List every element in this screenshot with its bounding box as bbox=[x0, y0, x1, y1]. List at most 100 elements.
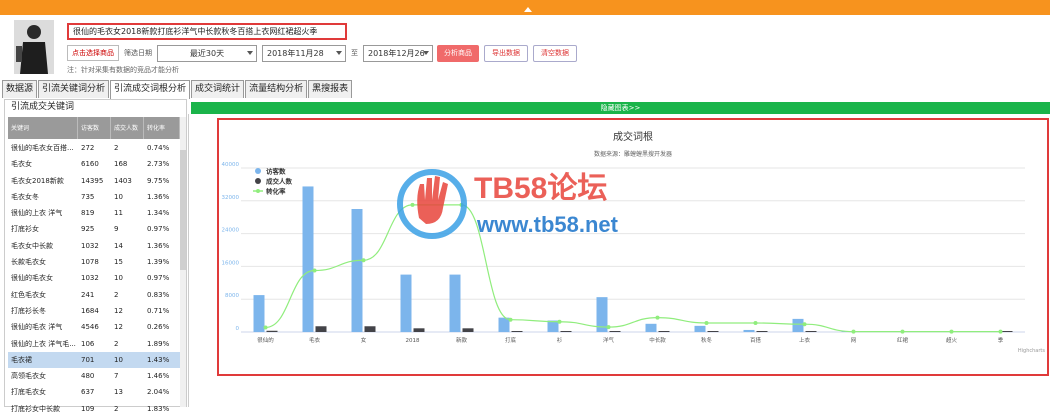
table-cell: 14395 bbox=[78, 173, 111, 189]
table-cell: 毛衣女 bbox=[8, 156, 78, 172]
tab-data-source[interactable]: 数据源 bbox=[2, 80, 37, 98]
tab-root-analysis[interactable]: 引流成交词根分析 bbox=[110, 80, 190, 99]
bar-visitors bbox=[793, 319, 804, 332]
table-cell: 1.39% bbox=[144, 254, 180, 270]
table-row[interactable]: 打底衫女92590.97% bbox=[8, 221, 180, 237]
point-conversion-rate bbox=[705, 321, 709, 325]
table-cell: 毛衣女2018新款 bbox=[8, 173, 78, 189]
table-cell: 打底衫长冬 bbox=[8, 303, 78, 319]
column-header[interactable]: 关键词 bbox=[8, 117, 78, 139]
svg-text:TB58论坛: TB58论坛 bbox=[474, 172, 607, 205]
table-row[interactable]: 很仙的毛衣女1032100.97% bbox=[8, 270, 180, 286]
top-bar bbox=[0, 0, 1050, 15]
y-tick-label: 32000 bbox=[222, 195, 240, 201]
x-tick-label: 秋冬 bbox=[701, 336, 713, 344]
select-product-button[interactable]: 点击选择商品 bbox=[67, 45, 119, 61]
table-cell: 168 bbox=[111, 156, 144, 172]
hide-chart-bar[interactable]: 隐藏图表>> bbox=[191, 102, 1050, 114]
table-row[interactable]: 很仙的上衣 洋气819111.34% bbox=[8, 205, 180, 221]
date-filter-label: 筛选日期 bbox=[124, 48, 152, 58]
table-cell: 109 bbox=[78, 401, 111, 417]
bar-deals bbox=[659, 331, 670, 332]
x-tick-label: 打底 bbox=[505, 336, 517, 344]
table-row[interactable]: 很仙的毛衣 洋气4546120.26% bbox=[8, 319, 180, 335]
table-cell: 1032 bbox=[78, 238, 111, 254]
column-header[interactable]: 转化率 bbox=[144, 117, 180, 139]
table-cell: 1403 bbox=[111, 173, 144, 189]
export-button[interactable]: 导出数据 bbox=[484, 45, 528, 62]
y-tick-label: 8000 bbox=[225, 293, 239, 299]
chart-container: 成交词根数据来源：雕蝗蝗黑搜开发器08000160002400032000400… bbox=[217, 118, 1049, 376]
point-conversion-rate bbox=[411, 203, 415, 207]
table-cell: 10 bbox=[111, 270, 144, 286]
table-cell: 6160 bbox=[78, 156, 111, 172]
root-word-chart: 成交词根数据来源：雕蝗蝗黑搜开发器08000160002400032000400… bbox=[219, 120, 1047, 374]
table-row[interactable]: 长款毛衣女1078151.39% bbox=[8, 254, 180, 270]
bar-deals bbox=[316, 326, 327, 332]
chart-subtitle: 数据来源：雕蝗蝗黑搜开发器 bbox=[594, 150, 672, 158]
table-row[interactable]: 毛衣女中长款1032141.36% bbox=[8, 238, 180, 254]
chevron-down-icon bbox=[423, 51, 429, 55]
table-cell: 10 bbox=[111, 352, 144, 368]
legend-label: 成交人数 bbox=[266, 177, 293, 186]
date-range-select[interactable]: 最近30天 bbox=[157, 45, 257, 62]
legend-label: 访客数 bbox=[266, 167, 286, 176]
tab-black-search-report[interactable]: 黑搜报表 bbox=[308, 80, 352, 98]
end-date-select[interactable]: 2018年12月26 bbox=[363, 45, 433, 62]
table-cell: 1.34% bbox=[144, 205, 180, 221]
table-cell: 长款毛衣女 bbox=[8, 254, 78, 270]
table-cell: 毛衣裙 bbox=[8, 352, 78, 368]
point-conversion-rate bbox=[509, 318, 513, 322]
tab-keyword-analysis[interactable]: 引流关键词分析 bbox=[38, 80, 109, 98]
clear-button[interactable]: 清空数据 bbox=[533, 45, 577, 62]
tab-traffic-structure[interactable]: 流量结构分析 bbox=[245, 80, 307, 98]
x-tick-label: 网 bbox=[851, 337, 857, 344]
table-cell: 1078 bbox=[78, 254, 111, 270]
bar-deals bbox=[365, 326, 376, 332]
x-tick-label: 衫 bbox=[557, 336, 563, 344]
y-tick-label: 40000 bbox=[222, 162, 240, 168]
tab-deal-word-stats[interactable]: 成交词统计 bbox=[191, 80, 244, 98]
table-cell: 2 bbox=[111, 140, 144, 156]
column-header[interactable]: 访客数 bbox=[78, 117, 111, 139]
legend-symbol bbox=[256, 189, 260, 193]
table-cell: 2.73% bbox=[144, 156, 180, 172]
x-tick-label: 红裙 bbox=[897, 336, 909, 344]
table-cell: 1684 bbox=[78, 303, 111, 319]
collapse-arrow-icon[interactable] bbox=[524, 7, 532, 12]
table-cell: 272 bbox=[78, 140, 111, 156]
bar-visitors bbox=[352, 209, 363, 332]
column-header[interactable]: 成交人数 bbox=[111, 117, 144, 139]
table-cell: 2 bbox=[111, 401, 144, 417]
x-tick-label: 百搭 bbox=[750, 336, 762, 344]
table-row[interactable]: 毛衣女冬735101.36% bbox=[8, 189, 180, 205]
table-cell: 15 bbox=[111, 254, 144, 270]
product-thumbnail bbox=[14, 20, 54, 74]
table-cell: 很仙的毛衣 洋气 bbox=[8, 319, 78, 335]
point-conversion-rate bbox=[754, 321, 758, 325]
bar-visitors bbox=[695, 326, 706, 332]
table-cell: 0.74% bbox=[144, 140, 180, 156]
chart-credit: Highcharts bbox=[1018, 348, 1045, 354]
table-row[interactable]: 毛衣女2018新款1439514039.75% bbox=[8, 173, 180, 189]
table-cell: 打底衫女 bbox=[8, 221, 78, 237]
table-row[interactable]: 打底衫女中长款10921.83% bbox=[8, 401, 180, 417]
date-range-value: 最近30天 bbox=[190, 49, 224, 58]
table-row[interactable]: 很仙的毛衣女百搭...27220.74% bbox=[8, 140, 180, 156]
table-row[interactable]: 毛衣裙701101.43% bbox=[8, 352, 180, 368]
scrollbar-thumb[interactable] bbox=[180, 150, 186, 270]
table-cell: 1.89% bbox=[144, 336, 180, 352]
table-row[interactable]: 打底毛衣女637132.04% bbox=[8, 384, 180, 400]
tab-bar: 数据源 引流关键词分析 引流成交词根分析 成交词统计 流量结构分析 黑搜报表 bbox=[2, 80, 353, 98]
table-row[interactable]: 很仙的上衣 洋气毛...10621.89% bbox=[8, 336, 180, 352]
x-tick-label: 新款 bbox=[456, 336, 468, 344]
legend-symbol bbox=[255, 178, 261, 184]
table-row[interactable]: 高领毛衣女48071.46% bbox=[8, 368, 180, 384]
table-row[interactable]: 打底衫长冬1684120.71% bbox=[8, 303, 180, 319]
start-date-select[interactable]: 2018年11月28 bbox=[262, 45, 346, 62]
table-row[interactable]: 红色毛衣女24120.83% bbox=[8, 287, 180, 303]
point-conversion-rate bbox=[852, 330, 856, 334]
analyze-button[interactable]: 分析商品 bbox=[437, 45, 479, 62]
bar-deals bbox=[806, 331, 817, 332]
table-row[interactable]: 毛衣女61601682.73% bbox=[8, 156, 180, 172]
